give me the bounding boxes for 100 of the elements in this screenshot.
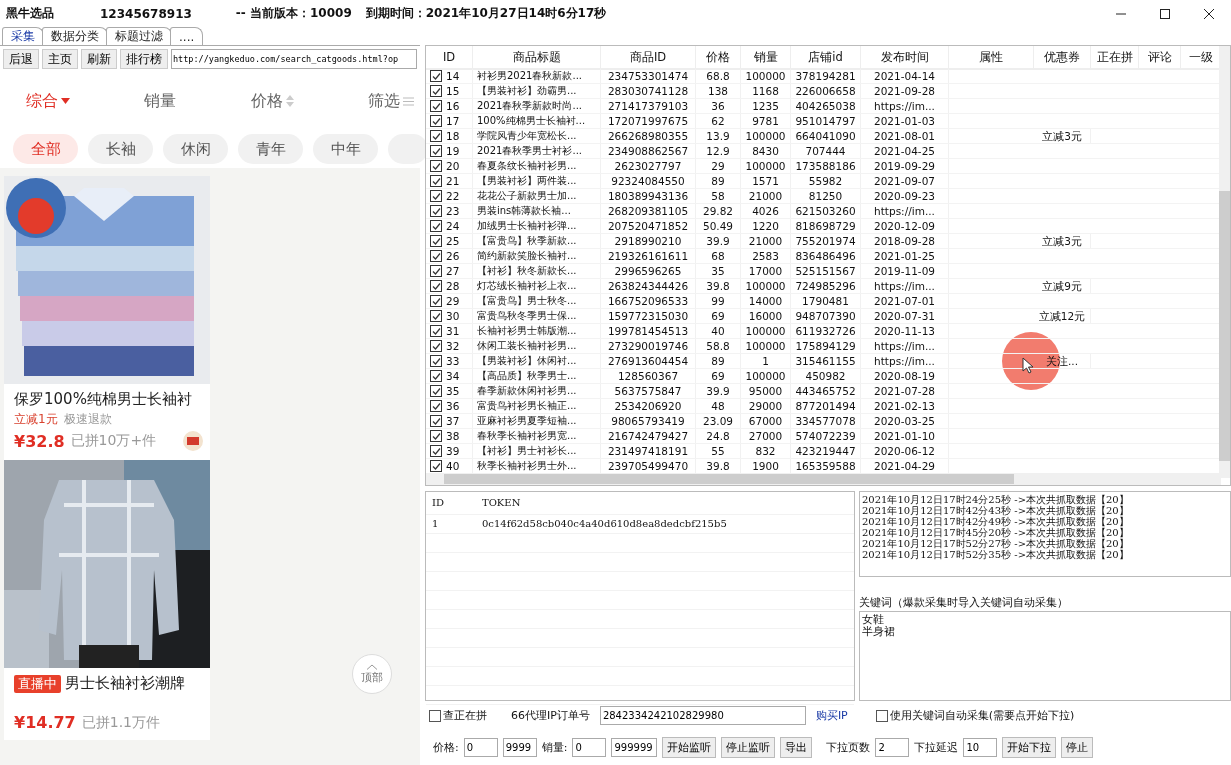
action-button[interactable]: 停止 <box>1061 737 1094 759</box>
column-header[interactable]: 发布时间 <box>861 46 949 70</box>
column-header[interactable]: TOKEN <box>476 497 766 509</box>
table-cell: 花花公子新款男士加... <box>477 190 577 201</box>
table-cell: 2020-03-25 <box>874 415 935 427</box>
filter-chip[interactable]: 长袖 <box>88 134 153 164</box>
row-checkbox[interactable] <box>430 265 442 277</box>
row-checkbox[interactable] <box>430 115 442 127</box>
back-to-top-button[interactable]: 顶部 <box>352 654 392 694</box>
tab[interactable]: 标题过滤 <box>106 27 172 45</box>
delay-field[interactable]: 10 <box>963 738 998 758</box>
filter-chip[interactable]: 中年 <box>313 134 378 164</box>
table-cell: 35 <box>446 384 460 398</box>
row-checkbox[interactable] <box>430 400 442 412</box>
row-checkbox[interactable] <box>430 205 442 217</box>
price-min-field[interactable]: 0 <box>463 738 498 758</box>
table-cell: 21 <box>446 174 460 188</box>
row-checkbox[interactable] <box>430 325 442 337</box>
buy-ip-link[interactable]: 购买IP <box>815 708 848 724</box>
toolbar-button[interactable]: 排行榜 <box>120 49 168 69</box>
filter-chip[interactable]: 青年 <box>238 134 303 164</box>
proxy-order-field[interactable]: 2842334242102829980 <box>599 706 806 726</box>
url-field[interactable]: http://yangkeduo.com/search_catgoods.html?op <box>171 49 417 69</box>
column-header[interactable]: 评论 <box>1139 46 1181 70</box>
filter-chip[interactable]: 休闲 <box>163 134 228 164</box>
row-checkbox[interactable] <box>430 250 442 262</box>
row-checkbox[interactable] <box>430 220 442 232</box>
row-checkbox[interactable] <box>430 310 442 322</box>
row-checkbox[interactable] <box>430 385 442 397</box>
action-button[interactable]: 导出 <box>780 737 813 759</box>
row-checkbox[interactable] <box>430 430 442 442</box>
tab[interactable]: 数据分类 <box>42 27 108 45</box>
maximize-icon[interactable] <box>1159 7 1171 20</box>
column-header[interactable]: 销量 <box>741 46 791 70</box>
table-cell: 100000 <box>745 130 786 142</box>
filter-chip[interactable]: 全部 <box>13 134 78 164</box>
sales-min-field[interactable]: 0 <box>572 738 607 758</box>
tab[interactable]: .... <box>170 27 204 45</box>
row-checkbox[interactable] <box>430 70 442 82</box>
table-cell: 立减3元 <box>1042 235 1082 247</box>
sort-option[interactable]: 销量 <box>138 89 183 113</box>
price-label: 价格: <box>433 740 459 756</box>
row-checkbox[interactable] <box>430 370 442 382</box>
product-price: ¥32.8 <box>14 431 65 451</box>
row-checkbox[interactable] <box>430 160 442 172</box>
table-cell: 32 <box>446 339 460 353</box>
sort-option[interactable]: 综合 <box>20 89 76 113</box>
table-cell: 2020-06-12 <box>874 445 935 457</box>
keyword-checkbox[interactable]: 使用关键词自动采集(需要点开始下拉) <box>875 708 1075 724</box>
row-checkbox[interactable] <box>430 340 442 352</box>
row-checkbox[interactable] <box>430 235 442 247</box>
table-cell: 55982 <box>808 175 843 187</box>
caret-icon <box>61 98 70 104</box>
column-header[interactable]: ID <box>426 46 473 70</box>
column-header[interactable]: 正在拼 <box>1091 46 1139 70</box>
row-checkbox[interactable] <box>430 190 442 202</box>
row-checkbox[interactable] <box>430 130 442 142</box>
keyword-field[interactable]: 女鞋 半身裙 <box>859 610 1231 701</box>
table-cell: 239705499470 <box>607 460 689 472</box>
table-cell: 621503260 <box>795 205 856 217</box>
action-button[interactable]: 开始下拉 <box>1002 737 1057 759</box>
row-checkbox[interactable] <box>430 175 442 187</box>
column-header[interactable]: 属性 <box>949 46 1034 70</box>
action-button[interactable]: 停止监听 <box>721 737 776 759</box>
toolbar-button[interactable]: 后退 <box>3 49 39 69</box>
row-checkbox[interactable] <box>430 355 442 367</box>
column-header[interactable]: 商品标题 <box>473 46 601 70</box>
row-checkbox[interactable] <box>430 145 442 157</box>
product-card[interactable]: 保罗100%纯棉男士长袖衬 立减1元 极速退款 ¥32.8 已拼10万+件 <box>4 176 210 460</box>
column-header[interactable]: ID <box>426 497 476 509</box>
price-max-field[interactable]: 9999 <box>502 738 537 758</box>
sort-option[interactable]: 筛选 <box>362 89 420 113</box>
tab[interactable]: 采集 <box>2 27 44 45</box>
pinning-checkbox[interactable]: 查正在拼 <box>429 708 487 724</box>
table-cell: 664041090 <box>795 130 856 142</box>
column-header[interactable]: 店铺id <box>791 46 861 70</box>
row-checkbox[interactable] <box>430 280 442 292</box>
column-header[interactable]: 优惠券 <box>1034 46 1091 70</box>
row-checkbox[interactable] <box>430 85 442 97</box>
sort-option[interactable]: 价格 <box>244 89 300 113</box>
toolbar-button[interactable]: 刷新 <box>81 49 117 69</box>
scrollbar[interactable] <box>1219 46 1230 478</box>
row-checkbox[interactable] <box>430 460 442 472</box>
table-cell: 128560367 <box>617 370 679 382</box>
close-icon[interactable] <box>1203 7 1215 20</box>
toolbar-button[interactable]: 主页 <box>42 49 78 69</box>
row-checkbox[interactable] <box>430 415 442 427</box>
column-header[interactable]: 商品ID <box>601 46 696 70</box>
table-cell: 2021-09-07 <box>874 175 935 187</box>
pages-field[interactable]: 2 <box>875 738 910 758</box>
scrollbar[interactable] <box>426 472 1221 485</box>
column-header[interactable]: 价格 <box>696 46 741 70</box>
sales-max-field[interactable]: 999999 <box>611 738 658 758</box>
row-checkbox[interactable] <box>430 445 442 457</box>
action-button[interactable]: 开始监听 <box>662 737 717 759</box>
table-cell: 39.8 <box>706 460 730 472</box>
product-card[interactable]: 直播中 男士长袖衬衫潮牌 ¥14.77 已拼1.1万件 <box>4 460 210 740</box>
row-checkbox[interactable] <box>430 295 442 307</box>
table-cell: https://im... <box>874 205 935 217</box>
row-checkbox[interactable] <box>430 100 442 112</box>
